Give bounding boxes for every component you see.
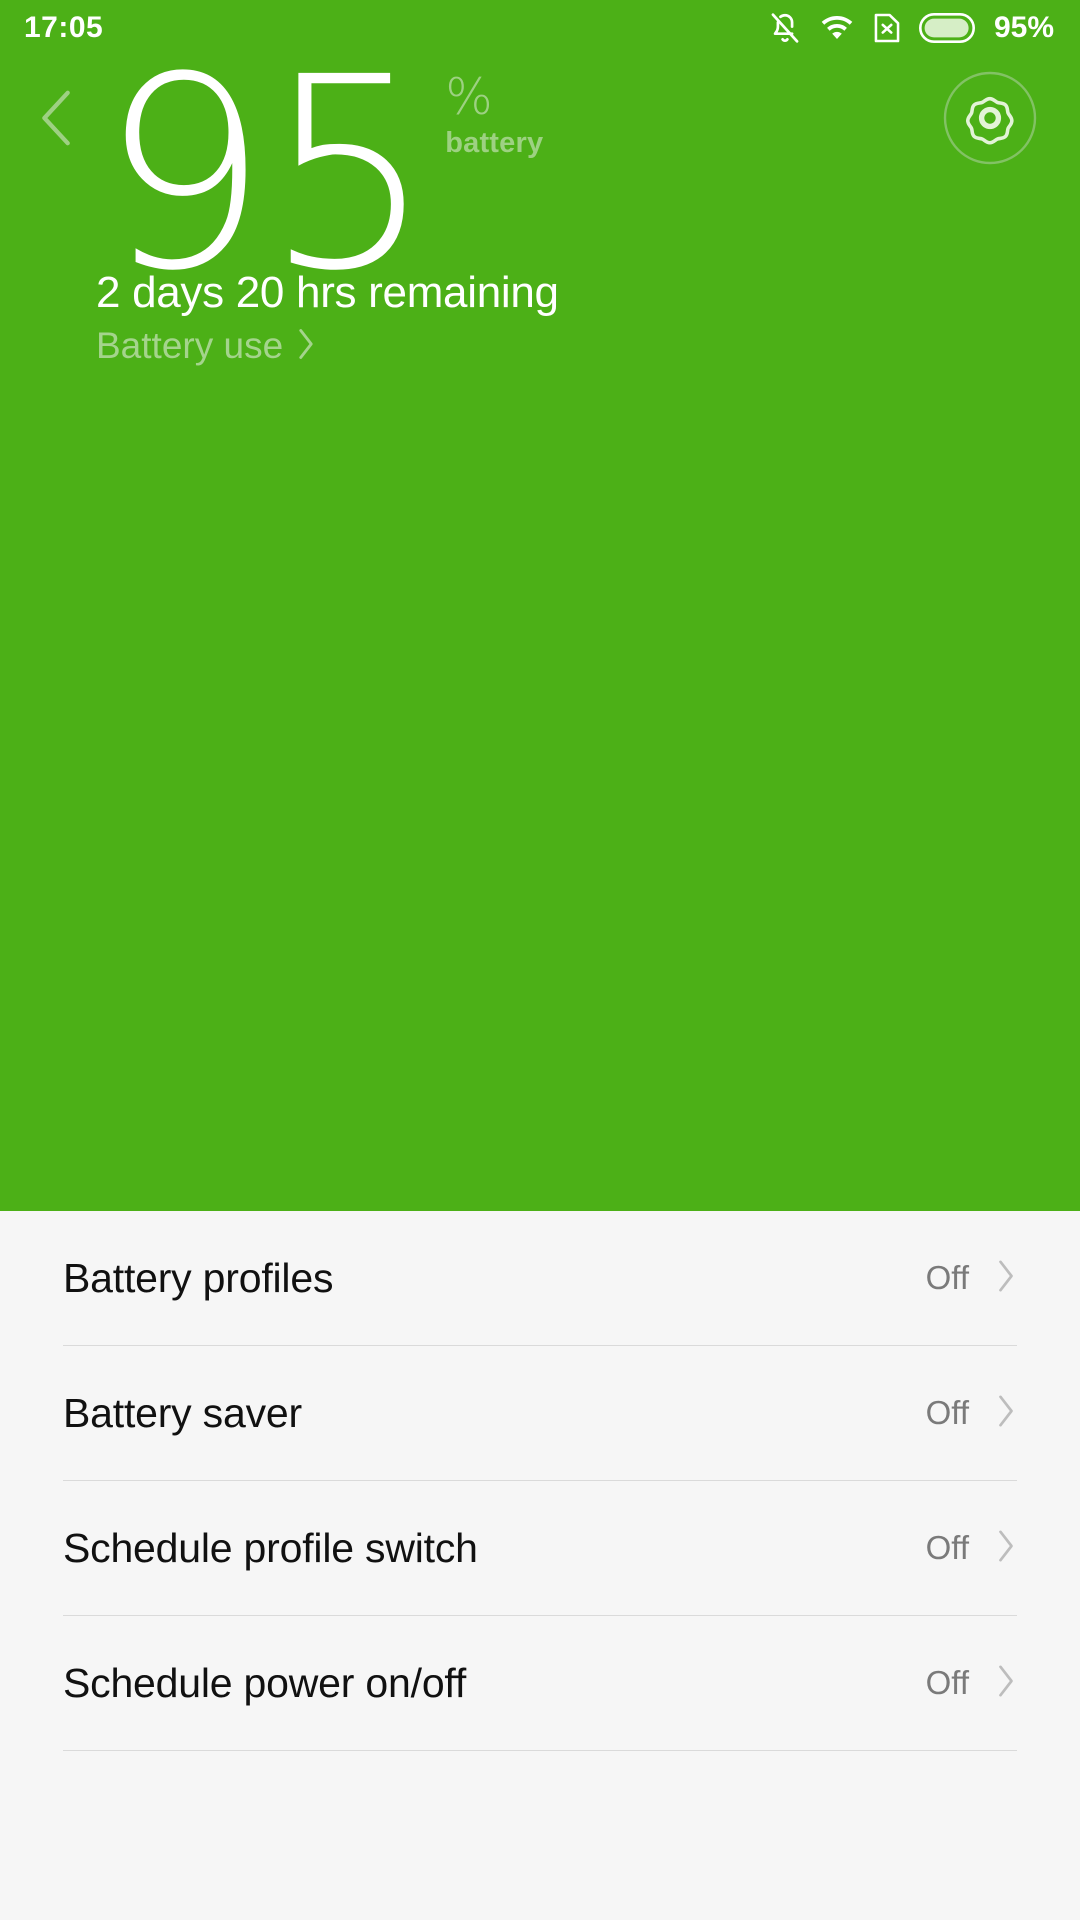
battery-use-label: Battery use — [96, 325, 284, 366]
list-item-label: Schedule power on/off — [63, 1659, 467, 1706]
battery-hero-panel: 17:05 95% 95 % battery 2 days 20 hrs rem… — [0, 0, 1080, 1211]
list-divider — [63, 1750, 1017, 1751]
chevron-right-icon — [995, 1257, 1017, 1300]
list-item-label: Schedule profile switch — [63, 1524, 478, 1571]
list-item-value: Off — [925, 1259, 969, 1296]
chevron-right-icon — [295, 326, 317, 367]
list-item-value: Off — [925, 1664, 969, 1701]
battery-icon — [918, 13, 975, 43]
list-item-label: Battery saver — [63, 1389, 302, 1436]
bell-off-icon — [768, 11, 802, 45]
list-item-label: Battery profiles — [63, 1254, 334, 1301]
status-bar-clock: 17:05 — [24, 11, 104, 44]
list-item-battery-profiles[interactable]: Battery profiles Off — [0, 1211, 1080, 1345]
chevron-right-icon — [995, 1662, 1017, 1705]
list-item-value: Off — [925, 1394, 969, 1431]
battery-unit-block: % battery — [445, 68, 544, 159]
battery-level-readout: 95 % battery — [100, 21, 544, 329]
chevron-right-icon — [995, 1527, 1017, 1570]
gear-icon — [938, 66, 1042, 175]
settings-button[interactable] — [932, 62, 1048, 178]
battery-level-value: 95 — [100, 21, 433, 329]
wifi-icon — [819, 11, 855, 45]
percent-symbol: % — [445, 68, 493, 126]
chevron-left-icon — [34, 85, 82, 156]
time-remaining-text: 2 days 20 hrs remaining — [96, 268, 559, 317]
settings-list: Battery profiles Off Battery saver Off S… — [0, 1211, 1080, 1751]
sim-card-no-service-icon — [872, 11, 902, 45]
status-bar-icons: 95% — [768, 11, 1054, 45]
list-item-schedule-power-on-off[interactable]: Schedule power on/off Off — [0, 1616, 1080, 1750]
battery-settings-screen: 17:05 95% 95 % battery 2 days 20 hrs rem… — [0, 0, 1080, 1920]
list-item-battery-saver[interactable]: Battery saver Off — [0, 1346, 1080, 1480]
back-button[interactable] — [18, 78, 98, 162]
status-bar-battery-percent: 95% — [993, 11, 1054, 44]
chevron-right-icon — [995, 1392, 1017, 1435]
list-item-value: Off — [925, 1529, 969, 1566]
battery-word-label: battery — [445, 126, 544, 159]
list-item-schedule-profile-switch[interactable]: Schedule profile switch Off — [0, 1481, 1080, 1615]
battery-use-link[interactable]: Battery use — [96, 325, 317, 367]
